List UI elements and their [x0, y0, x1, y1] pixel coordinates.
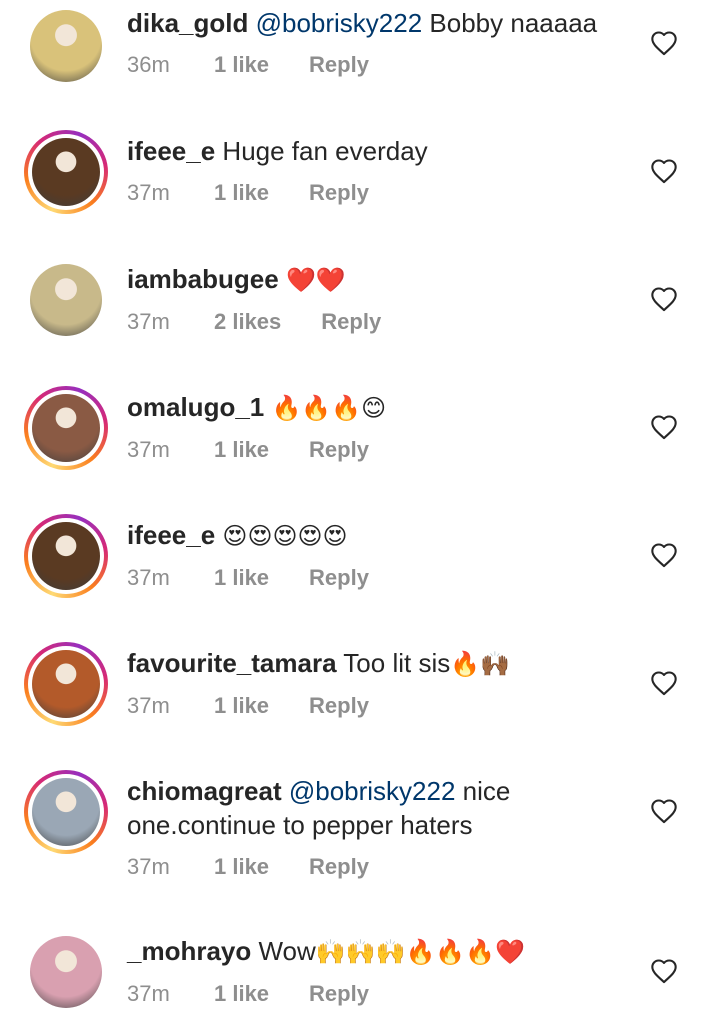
avatar-with-story-ring[interactable] [24, 514, 108, 598]
comment-reply-button[interactable]: Reply [309, 50, 369, 80]
comment-timestamp: 37m [127, 854, 170, 879]
heart-icon[interactable] [650, 542, 678, 568]
comment-timestamp: 37m [127, 437, 170, 462]
comment-reply-button[interactable]: Reply [321, 307, 381, 337]
comment-body: Bobby naaaaa [422, 8, 598, 38]
avatar[interactable] [24, 4, 108, 88]
comment-emoji: 🔥🔥🔥😊 [271, 394, 387, 422]
comment-content: ifeee_e Huge fan everday 37m 1 like Reply [127, 134, 640, 208]
comment-username[interactable]: iambabugee [127, 264, 279, 294]
comment-meta: 37m 1 like Reply [127, 178, 640, 208]
avatar-with-story-ring[interactable] [24, 130, 108, 214]
comment-text: _mohrayo Wow🙌🙌🙌🔥🔥🔥❤️ [127, 934, 640, 969]
comment-username[interactable]: omalugo_1 [127, 392, 264, 422]
story-ring-gap [28, 774, 104, 850]
comment-text: omalugo_1 🔥🔥🔥😊 [127, 390, 640, 425]
story-ring-gap [28, 518, 104, 594]
avatar-with-story-ring[interactable] [24, 770, 108, 854]
comment-likes-count[interactable]: 1 like [214, 563, 269, 593]
comment-timestamp: 37m [127, 693, 170, 718]
comment-meta: 37m 1 like Reply [127, 435, 640, 465]
comment-likes-count[interactable]: 1 like [214, 178, 269, 208]
comment-username[interactable]: chiomagreat [127, 776, 282, 806]
comment-timestamp: 37m [127, 309, 170, 334]
comment-text: ifeee_e Huge fan everday [127, 134, 640, 168]
comment-timestamp: 37m [127, 180, 170, 205]
comment-likes-count[interactable]: 1 like [214, 435, 269, 465]
avatar-photo [30, 10, 102, 82]
comment-meta: 37m 1 like Reply [127, 563, 640, 593]
comment-content: chiomagreat @bobrisky222 nice one.contin… [127, 774, 640, 882]
avatar-with-story-ring[interactable] [24, 642, 108, 726]
comment-meta: 37m 1 like Reply [127, 691, 640, 721]
comment-meta: 37m 1 like Reply [127, 852, 640, 882]
comment-body: Too lit sis [336, 648, 451, 678]
comment-meta: 36m 1 like Reply [127, 50, 640, 80]
comment-mention-link[interactable]: @bobrisky222 [289, 776, 456, 806]
avatar[interactable] [24, 930, 108, 1014]
story-ring-gap [28, 134, 104, 210]
avatar-photo [32, 522, 100, 590]
comment-emoji: 🙌🙌🙌🔥🔥🔥❤️ [315, 938, 525, 966]
comment-likes-count[interactable]: 1 like [214, 979, 269, 1009]
heart-icon[interactable] [650, 286, 678, 312]
avatar-photo [32, 778, 100, 846]
avatar-photo [32, 650, 100, 718]
comment-meta: 37m 1 like Reply [127, 979, 640, 1009]
comment-mention-link[interactable]: @bobrisky222 [256, 8, 423, 38]
avatar-photo [30, 936, 102, 1008]
comment-reply-button[interactable]: Reply [309, 691, 369, 721]
comment-body [279, 264, 286, 294]
comment-body: Huge fan everday [215, 136, 428, 166]
comment-emoji: 😍😍😍😍😍 [222, 522, 348, 550]
comment-timestamp: 37m [127, 565, 170, 590]
story-ring-gap [28, 390, 104, 466]
comment-username[interactable]: ifeee_e [127, 136, 215, 166]
heart-icon[interactable] [650, 414, 678, 440]
comment-username[interactable]: _mohrayo [127, 936, 251, 966]
comment-text: iambabugee ❤️❤️ [127, 262, 640, 297]
heart-icon[interactable] [650, 798, 678, 824]
comment-text: ifeee_e 😍😍😍😍😍 [127, 518, 640, 553]
story-ring-gap [28, 646, 104, 722]
comment-reply-button[interactable]: Reply [309, 852, 369, 882]
heart-icon[interactable] [650, 670, 678, 696]
comment-username[interactable]: dika_gold [127, 8, 248, 38]
comment-timestamp: 36m [127, 52, 170, 77]
comment-likes-count[interactable]: 1 like [214, 691, 269, 721]
comment-reply-button[interactable]: Reply [309, 435, 369, 465]
comment-content: dika_gold @bobrisky222 Bobby naaaaa 36m 1 … [127, 6, 640, 80]
heart-icon[interactable] [650, 30, 678, 56]
comment-text: dika_gold @bobrisky222 Bobby naaaaa [127, 6, 640, 40]
comment-likes-count[interactable]: 2 likes [214, 307, 281, 337]
comment-timestamp: 37m [127, 981, 170, 1006]
comment-body: Wow [251, 936, 316, 966]
comment-content: favourite_tamara Too lit sis🔥🙌🏾 37m 1 like… [127, 646, 640, 721]
comment-username[interactable]: favourite_tamara [127, 648, 337, 678]
comment-text: chiomagreat @bobrisky222 nice one.contin… [127, 774, 640, 842]
heart-icon[interactable] [650, 158, 678, 184]
avatar-photo [32, 138, 100, 206]
comment-content: _mohrayo Wow🙌🙌🙌🔥🔥🔥❤️ 37m 1 like Reply [127, 934, 640, 1009]
avatar-photo [30, 264, 102, 336]
comment-content: ifeee_e 😍😍😍😍😍 37m 1 like Reply [127, 518, 640, 593]
avatar-with-story-ring[interactable] [24, 386, 108, 470]
avatar-photo [32, 394, 100, 462]
comment-reply-button[interactable]: Reply [309, 979, 369, 1009]
comment-reply-button[interactable]: Reply [309, 563, 369, 593]
comment-reply-button[interactable]: Reply [309, 178, 369, 208]
avatar[interactable] [24, 258, 108, 342]
comment-content: iambabugee ❤️❤️ 37m 2 likes Reply [127, 262, 640, 337]
comment-emoji: 🔥🙌🏾 [450, 650, 510, 678]
comment-meta: 37m 2 likes Reply [127, 307, 640, 337]
comment-likes-count[interactable]: 1 like [214, 852, 269, 882]
comment-content: omalugo_1 🔥🔥🔥😊 37m 1 like Reply [127, 390, 640, 465]
comment-username[interactable]: ifeee_e [127, 520, 215, 550]
comment-likes-count[interactable]: 1 like [214, 50, 269, 80]
comment-emoji: ❤️❤️ [285, 266, 346, 294]
comment-text: favourite_tamara Too lit sis🔥🙌🏾 [127, 646, 640, 681]
heart-icon[interactable] [650, 958, 678, 984]
